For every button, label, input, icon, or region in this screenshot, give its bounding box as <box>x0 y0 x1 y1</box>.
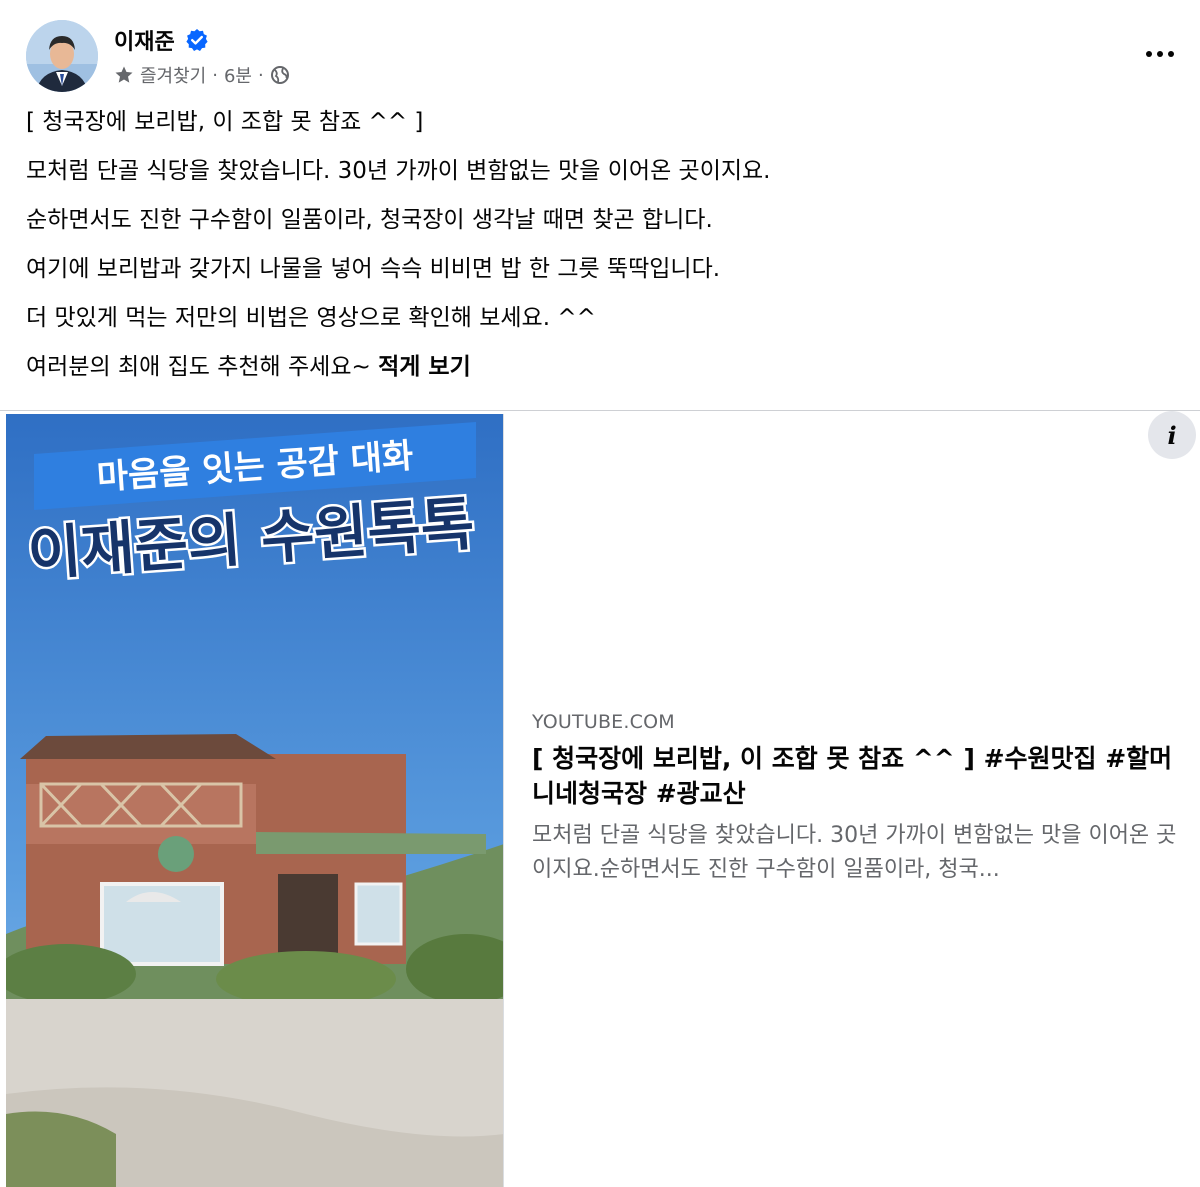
favorite-label[interactable]: 즐겨찾기 <box>140 62 206 88</box>
verified-badge-icon <box>185 28 209 52</box>
star-icon <box>114 65 134 85</box>
post-text-line: [ 청국장에 보리밥, 이 조합 못 참죠 ^^ ] <box>26 109 424 135</box>
post-text-line: 여러분의 최애 집도 추천해 주세요~ <box>26 354 371 380</box>
post-header: 이재준 즐겨찾기 · 6분 · <box>22 14 1182 98</box>
facebook-post: 이재준 즐겨찾기 · 6분 · [청국장에 보리밥, 이 조합 못 참죠 ^^… <box>0 0 1200 1187</box>
author-line: 이재준 <box>114 24 209 56</box>
author-avatar[interactable] <box>26 20 98 92</box>
globe-icon[interactable] <box>270 65 290 85</box>
post-text-line-last: 여러분의 최애 집도 추천해 주세요~ 적게 보기 <box>26 353 1176 382</box>
post-text-line: 더 맛있게 먹는 저만의 비법은 영상으로 확인해 보세요. ^^ <box>26 305 596 331</box>
post-time[interactable]: 6분 <box>224 62 252 88</box>
meta-separator: · <box>212 64 218 86</box>
meta-separator: · <box>258 64 264 86</box>
author-name[interactable]: 이재준 <box>114 24 175 56</box>
link-snippet: 모처럼 단골 식당을 찾았습니다. 30년 가까이 변함없는 맛을 이어온 곳이… <box>532 823 1177 882</box>
post-text-line: 여기에 보리밥과 갖가지 나물을 넣어 슥슥 비비면 밥 한 그릇 뚝딱입니다. <box>26 256 721 282</box>
link-domain: YOUTUBE.COM <box>532 711 675 733</box>
post-meta: 즐겨찾기 · 6분 · <box>114 62 290 88</box>
post-text-line: 모처럼 단골 식당을 찾았습니다. 30년 가까이 변함없는 맛을 이어온 곳이… <box>26 158 771 184</box>
post-body: [ 청국장에 보리밥, 이 조합 못 참죠 ^^ ] 모처럼 단골 식당을 찾았… <box>26 108 1176 402</box>
link-preview-card[interactable]: 마음을 잇는 공감 대화 이재준의 수원톡톡 i YOUTUBE.COM [청… <box>0 410 1200 1187</box>
info-icon[interactable]: i <box>1148 411 1196 459</box>
post-text-line: 순하면서도 진한 구수함이 일품이라, 청국장이 생각날 때면 찾곤 합니다. <box>26 207 713 233</box>
see-less-link[interactable]: 적게 보기 <box>378 354 471 380</box>
link-info: YOUTUBE.COM [ 청국장에 보리밥, 이 조합 못 참죠 ^^ ] #… <box>532 711 1192 887</box>
more-options-icon[interactable] <box>1138 40 1182 68</box>
link-title[interactable]: [ 청국장에 보리밥, 이 조합 못 참죠 ^^ ] #수원맛집 #할머니네청국… <box>532 741 1192 811</box>
video-thumbnail[interactable]: 마음을 잇는 공감 대화 이재준의 수원톡톡 <box>6 414 504 1187</box>
